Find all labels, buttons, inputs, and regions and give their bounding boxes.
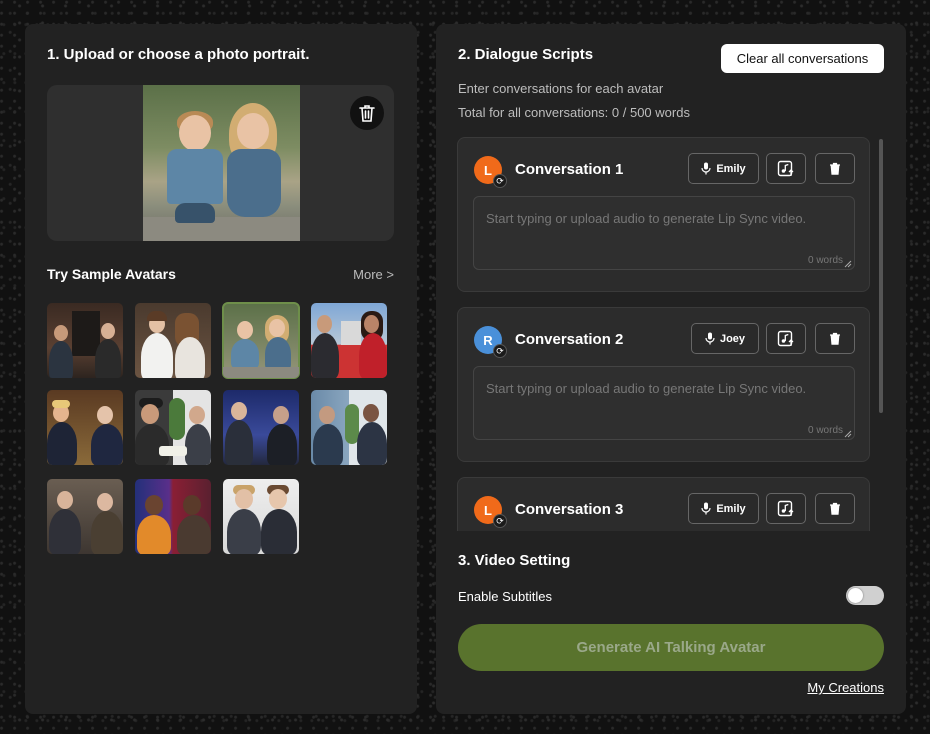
upload-audio-icon <box>777 330 794 346</box>
upload-audio-button[interactable] <box>766 323 806 354</box>
upload-audio-icon <box>777 500 794 516</box>
conversation-text-input[interactable] <box>473 196 855 270</box>
dialogue-title: 2. Dialogue Scripts <box>458 46 594 63</box>
more-samples-link[interactable]: More > <box>353 267 394 282</box>
delete-conversation-button[interactable] <box>815 493 855 524</box>
conversation-card: L ⟳ Conversation 3 Emily <box>457 477 870 531</box>
conversation-card: L ⟳ Conversation 1 Emily 0 words <box>457 137 870 292</box>
generate-avatar-button[interactable]: Generate AI Talking Avatar <box>458 624 884 671</box>
toggle-knob <box>848 588 863 603</box>
resize-grip-icon[interactable] <box>844 430 852 438</box>
conversation-avatar[interactable]: L ⟳ <box>474 496 507 528</box>
subtitles-toggle[interactable] <box>846 586 884 605</box>
conversation-list[interactable]: L ⟳ Conversation 1 Emily 0 words R ⟳ <box>457 137 872 531</box>
conversation-title: Conversation 3 <box>515 501 624 518</box>
conversation-avatar[interactable]: L ⟳ <box>474 156 507 188</box>
sample-avatar[interactable] <box>47 303 123 378</box>
upload-title: 1. Upload or choose a photo portrait. <box>47 46 310 63</box>
conversation-avatar[interactable]: R ⟳ <box>474 326 507 358</box>
sample-avatar[interactable] <box>135 303 211 378</box>
word-count: 0 words <box>807 255 843 266</box>
word-count: 0 words <box>807 425 843 436</box>
microphone-icon <box>701 162 711 175</box>
conversation-card: R ⟳ Conversation 2 Joey 0 words <box>457 307 870 462</box>
sync-icon: ⟳ <box>493 174 507 188</box>
my-creations-link[interactable]: My Creations <box>807 680 884 695</box>
trash-icon <box>830 502 840 515</box>
delete-photo-button[interactable] <box>350 96 384 130</box>
avatar-initial: R <box>483 332 493 348</box>
portrait-photo <box>143 85 300 241</box>
trash-icon <box>830 162 840 175</box>
resize-grip-icon[interactable] <box>844 260 852 268</box>
subtitles-label: Enable Subtitles <box>458 589 552 604</box>
sample-avatar-selected[interactable] <box>222 302 300 379</box>
clear-conversations-button[interactable]: Clear all conversations <box>721 44 884 73</box>
sample-avatar[interactable] <box>135 390 211 465</box>
photo-upload-area[interactable] <box>47 85 394 241</box>
sample-avatar[interactable] <box>47 390 123 465</box>
voice-select-button[interactable]: Emily <box>688 493 759 524</box>
delete-conversation-button[interactable] <box>815 323 855 354</box>
voice-select-button[interactable]: Emily <box>688 153 759 184</box>
sync-icon: ⟳ <box>493 514 507 528</box>
sample-avatar[interactable] <box>223 390 299 465</box>
video-setting-title: 3. Video Setting <box>458 552 571 569</box>
trash-icon <box>830 332 840 345</box>
conversation-title: Conversation 1 <box>515 161 624 178</box>
conversation-title: Conversation 2 <box>515 331 624 348</box>
delete-conversation-button[interactable] <box>815 153 855 184</box>
microphone-icon <box>701 502 711 515</box>
trash-icon <box>359 105 375 122</box>
upload-audio-button[interactable] <box>766 493 806 524</box>
avatar-initial: L <box>484 502 492 518</box>
avatar-initial: L <box>484 162 492 178</box>
word-total: Total for all conversations: 0 / 500 wor… <box>458 105 690 120</box>
upload-audio-button[interactable] <box>766 153 806 184</box>
voice-select-button[interactable]: Joey <box>691 323 759 354</box>
sample-avatar[interactable] <box>311 390 387 465</box>
voice-name: Emily <box>716 502 746 515</box>
voice-name: Joey <box>719 332 746 345</box>
sample-avatar[interactable] <box>311 303 387 378</box>
conversation-text-input[interactable] <box>473 366 855 440</box>
voice-name: Emily <box>716 162 746 175</box>
sample-avatar[interactable] <box>135 479 211 554</box>
dialogue-instruction: Enter conversations for each avatar <box>458 81 664 96</box>
sample-avatar[interactable] <box>47 479 123 554</box>
conversation-scrollbar[interactable] <box>879 139 883 413</box>
sample-avatars-title: Try Sample Avatars <box>47 266 176 282</box>
sample-avatar[interactable] <box>223 479 299 554</box>
upload-audio-icon <box>777 160 794 176</box>
sync-icon: ⟳ <box>493 344 507 358</box>
microphone-icon <box>705 332 715 345</box>
dialogue-panel: 2. Dialogue Scripts Clear all conversati… <box>436 24 906 714</box>
upload-panel: 1. Upload or choose a photo portrait. Tr… <box>25 24 417 714</box>
